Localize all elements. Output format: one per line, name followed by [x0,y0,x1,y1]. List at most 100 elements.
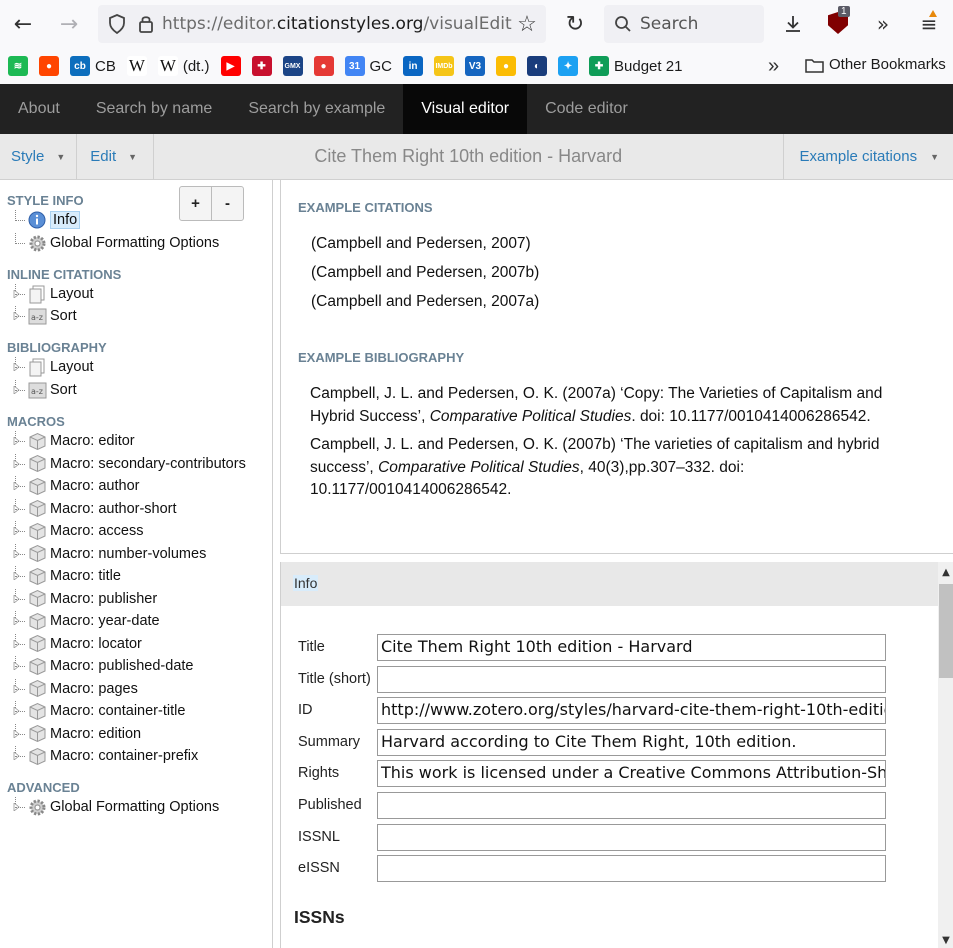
field-input-published[interactable] [377,792,886,819]
tree-expander-icon[interactable] [13,453,27,474]
field-input-rights[interactable]: This work is licensed under a Creative C… [377,760,886,788]
tree-item-macro[interactable]: Macro: publisher [13,588,157,609]
bookmark-circle-logo[interactable]: ◐ [527,56,548,76]
tree-item-macro[interactable]: Macro: pages [13,678,138,699]
bookmark-gmx[interactable]: GMX [282,56,303,76]
field-input-summary[interactable]: Harvard according to Cite Them Right, 10… [377,728,886,756]
nav-search-by-example[interactable]: Search by example [230,84,403,134]
edit-menu[interactable]: Edit ▼ [77,133,155,180]
field-input-title[interactable]: Cite Them Right 10th edition - Harvard [377,634,886,661]
tree-expander-icon[interactable] [13,566,27,586]
back-arrow-icon[interactable]: ← [5,6,41,42]
tree-item-macro[interactable]: Macro: editor [13,431,135,451]
tree-item-macro[interactable]: Macro: number-volumes [13,543,206,564]
nav-search-by-name[interactable]: Search by name [78,84,231,134]
tree-item-inline-layout[interactable]: Layout [13,284,94,304]
editor-toolbar: Style ▼ Edit ▼ Cite Them Right 10th editio… [0,133,953,180]
tree-expander-icon[interactable] [13,797,27,817]
nav-visual-editor[interactable]: Visual editor [403,84,528,134]
bookmarks-overflow-icon[interactable]: » [768,55,779,78]
tree-item-macro[interactable]: Macro: secondary-contributors [13,453,246,474]
tree-item-macro[interactable]: Macro: author [13,476,139,496]
lock-icon[interactable] [138,14,154,34]
tree-expander-icon[interactable] [13,543,27,564]
tree-item-macro[interactable]: Macro: container-prefix [13,746,198,766]
bookmark-twitter[interactable]: ✦ [558,56,579,76]
bookmark-imdb[interactable]: IMDb [434,56,455,76]
gear-icon [27,234,47,252]
url-bar[interactable]: https://editor.citationstyles.org/visual… [98,5,546,43]
tree-expander-icon[interactable] [13,656,27,676]
bookmark-wikipedia[interactable]: W [126,56,147,76]
tree-item-macro[interactable]: Macro: edition [13,723,141,744]
nav-code-editor[interactable]: Code editor [527,84,646,134]
tree-expander-icon[interactable] [13,380,27,400]
scroll-down-icon[interactable]: ▼ [938,932,953,948]
download-icon[interactable] [775,6,811,42]
bookmark-linkedin[interactable]: in [403,56,424,76]
layout-icon [27,285,47,303]
tree-item-macro[interactable]: Macro: container-title [13,701,185,721]
tree-item-macro[interactable]: Macro: published-date [13,656,193,676]
bookmark-apple[interactable]: ● [313,56,334,76]
field-input-issnl[interactable] [377,823,886,851]
scrollbar[interactable]: ▲ ▼ [938,562,953,948]
tree-expander-icon[interactable] [13,723,27,744]
field-input-eissn[interactable] [377,855,886,883]
tree-item-advanced-global-formatting[interactable]: Global Formatting Options [13,797,219,817]
tree-item-info[interactable]: Info [15,210,81,230]
star-bookmark-icon[interactable]: ☆ [512,10,542,38]
tree-expander-icon[interactable] [13,431,27,451]
scrollbar-thumb[interactable] [939,584,953,678]
tree-item-macro[interactable]: Macro: author-short [13,498,177,519]
scroll-up-icon[interactable]: ▲ [938,564,953,580]
search-input[interactable]: Search [604,5,764,43]
tree-expander-icon[interactable] [13,611,27,631]
bookmark-spotify[interactable]: ≋ [8,56,28,76]
circle-logo-icon: ◐ [527,56,548,76]
overflow-chevron-icon[interactable]: » [865,6,901,42]
field-input-id[interactable]: http://www.zotero.org/styles/harvard-cit… [377,697,886,725]
bookmark-guardian[interactable]: ✚ [251,56,272,76]
field-input-title-short[interactable] [377,665,886,693]
tree-item-bib-layout[interactable]: Layout [13,357,94,377]
tree-expander-icon[interactable] [13,521,27,541]
shield-icon[interactable] [108,14,126,34]
tree-expander-icon[interactable] [13,357,27,377]
reddit-icon: ● [39,56,59,76]
tree-expander-icon[interactable] [13,284,27,304]
tree-item-inline-sort[interactable]: a-z Sort [13,306,77,326]
style-menu[interactable]: Style ▼ [0,133,78,180]
bookmark-cb[interactable]: cb CB [70,56,116,76]
bookmark-wikipedia-de[interactable]: W (dt.) [157,56,210,76]
gmx-icon: GMX [282,56,303,76]
bookmark-sheets[interactable]: ✚ Budget 21 [589,56,682,76]
example-citations-menu[interactable]: Example citations ▼ [782,133,953,180]
bookmark-reddit[interactable]: ● [39,56,59,76]
nav-about[interactable]: About [0,84,78,134]
other-bookmarks[interactable]: Other Bookmarks [805,56,946,73]
tree-item-macro[interactable]: Macro: access [13,521,143,541]
tree-expander-icon[interactable] [13,476,27,496]
bookmark-calendar[interactable]: 31 GC [344,56,392,76]
bookmark-youtube[interactable]: ▶ [220,56,241,76]
tree-expander-icon[interactable] [13,633,27,654]
reload-icon[interactable]: ↻ [557,6,593,42]
add-node-button[interactable]: + [180,187,212,220]
sheets-icon: ✚ [589,56,610,76]
tree-item-bib-sort[interactable]: a-z Sort [13,380,77,400]
forward-arrow-icon[interactable]: → [51,6,87,42]
tree-item-macro[interactable]: Macro: locator [13,633,142,654]
tree-expander-icon[interactable] [13,701,27,721]
tree-item-macro[interactable]: Macro: year-date [13,611,160,631]
remove-node-button[interactable]: - [212,187,243,220]
tree-item-macro[interactable]: Macro: title [13,566,121,586]
tree-item-global-formatting[interactable]: Global Formatting Options [15,233,219,253]
tree-expander-icon[interactable] [13,498,27,519]
tree-expander-icon[interactable] [13,746,27,766]
tree-expander-icon[interactable] [13,306,27,326]
tree-expander-icon[interactable] [13,678,27,699]
bookmark-keep[interactable]: ● [496,56,517,76]
tree-expander-icon[interactable] [13,588,27,609]
bookmark-v3[interactable]: V3 [465,56,486,76]
